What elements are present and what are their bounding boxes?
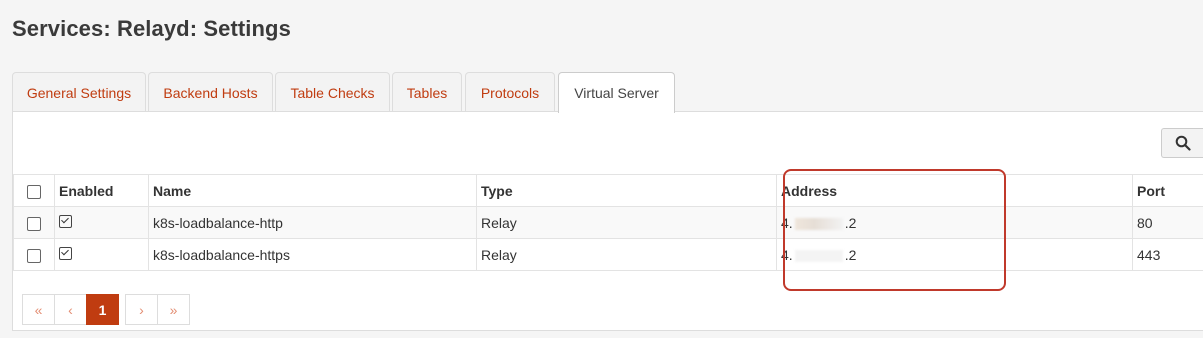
tab-backend-hosts[interactable]: Backend Hosts	[148, 72, 273, 111]
address-cell: 4. .2	[776, 238, 1133, 271]
row-select-cell	[13, 206, 55, 239]
page-title: Services: Relayd: Settings	[12, 16, 291, 41]
row-select-cell	[13, 238, 55, 271]
type-cell: Relay	[476, 206, 777, 239]
first-page-button[interactable]: «	[22, 294, 55, 325]
column-header-port[interactable]: Port	[1132, 174, 1203, 207]
column-header-name[interactable]: Name	[148, 174, 477, 207]
enabled-cell	[54, 206, 149, 239]
enabled-check-icon[interactable]	[59, 215, 72, 229]
virtual-server-table: Enabled Name Type Address Port k8s-loadb…	[13, 174, 1203, 271]
search-icon	[1175, 135, 1191, 151]
name-cell: k8s-loadbalance-http	[148, 206, 477, 239]
pagination: « ‹ 1 › »	[22, 294, 190, 326]
column-header-address[interactable]: Address	[776, 174, 1133, 207]
redacted-address	[794, 217, 843, 230]
table-row[interactable]: k8s-loadbalance-http Relay 4. .2 80	[13, 206, 1203, 239]
address-cell: 4. .2	[776, 206, 1133, 239]
next-page-button[interactable]: ›	[125, 294, 158, 325]
select-all-checkbox[interactable]	[27, 184, 41, 199]
address-suffix: .2	[844, 214, 857, 231]
column-header-type[interactable]: Type	[476, 174, 777, 207]
prev-page-button[interactable]: ‹	[54, 294, 87, 325]
port-cell: 80	[1132, 206, 1203, 239]
name-cell: k8s-loadbalance-https	[148, 238, 477, 271]
last-page-button[interactable]: »	[157, 294, 190, 325]
tab-bar: General Settings Backend Hosts Table Che…	[12, 72, 1203, 113]
tab-table-checks[interactable]: Table Checks	[275, 72, 390, 111]
address-prefix: 4.	[781, 214, 793, 231]
table-header-row: Enabled Name Type Address Port	[13, 174, 1203, 207]
page-1-button[interactable]: 1	[86, 294, 119, 325]
port-cell: 443	[1132, 238, 1203, 271]
select-all-cell	[13, 174, 55, 207]
table-row[interactable]: k8s-loadbalance-https Relay 4. .2 443	[13, 238, 1203, 271]
row-select-checkbox[interactable]	[27, 216, 41, 231]
search-button[interactable]	[1161, 128, 1203, 158]
address-suffix: .2	[844, 246, 857, 263]
redacted-address	[794, 249, 843, 262]
tab-general-settings[interactable]: General Settings	[12, 72, 146, 111]
row-select-checkbox[interactable]	[27, 248, 41, 263]
enabled-cell	[54, 238, 149, 271]
tab-protocols[interactable]: Protocols	[465, 72, 555, 111]
address-prefix: 4.	[781, 246, 793, 263]
tab-virtual-server[interactable]: Virtual Server	[558, 72, 675, 113]
column-header-enabled[interactable]: Enabled	[54, 174, 149, 207]
enabled-check-icon[interactable]	[59, 247, 72, 261]
tab-tables[interactable]: Tables	[392, 72, 462, 111]
type-cell: Relay	[476, 238, 777, 271]
